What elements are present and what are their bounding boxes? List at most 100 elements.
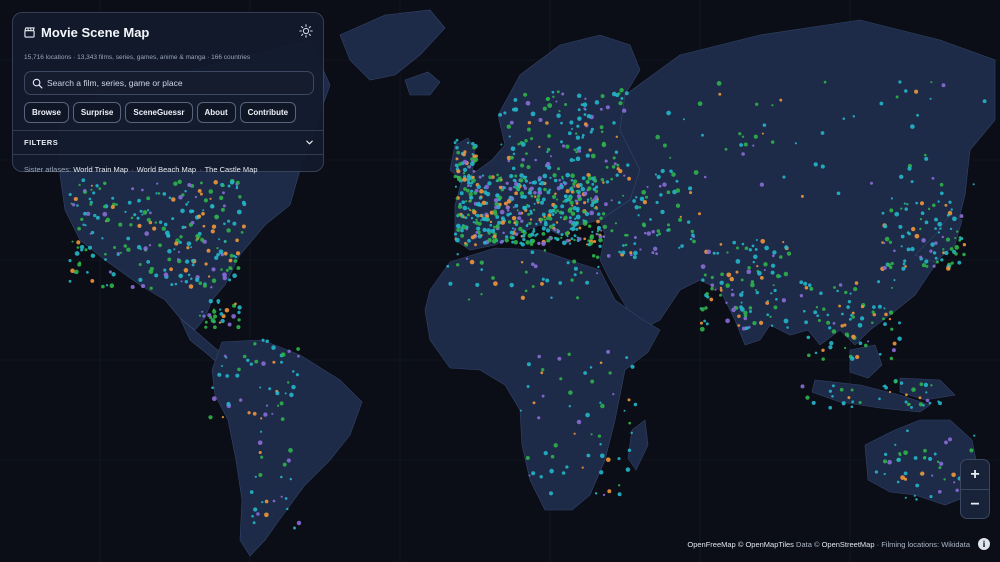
location-marker[interactable] [741,326,746,331]
location-marker[interactable] [253,507,258,512]
location-marker[interactable] [852,115,856,118]
location-marker[interactable] [461,200,466,205]
location-marker[interactable] [914,89,919,94]
location-marker[interactable] [729,276,734,282]
sun-icon[interactable] [299,24,313,38]
location-marker[interactable] [139,209,143,213]
location-marker[interactable] [293,526,296,530]
location-marker[interactable] [511,227,514,230]
location-marker[interactable] [537,241,541,246]
location-marker[interactable] [599,361,603,365]
location-marker[interactable] [101,237,104,240]
location-marker[interactable] [489,220,493,224]
location-marker[interactable] [208,189,214,194]
location-marker[interactable] [618,101,623,106]
location-marker[interactable] [222,204,226,208]
location-marker[interactable] [149,211,152,215]
location-marker[interactable] [841,312,844,316]
location-marker[interactable] [552,95,555,98]
location-marker[interactable] [218,321,222,324]
location-marker[interactable] [591,253,596,258]
location-marker[interactable] [740,278,744,282]
location-marker[interactable] [741,152,745,156]
location-marker[interactable] [211,386,214,390]
location-marker[interactable] [662,182,667,187]
location-marker[interactable] [576,206,580,211]
location-marker[interactable] [550,454,555,459]
location-marker[interactable] [622,194,625,197]
location-marker[interactable] [113,246,117,249]
location-marker[interactable] [476,213,481,218]
location-marker[interactable] [74,269,79,275]
location-marker[interactable] [514,174,518,178]
location-marker[interactable] [597,233,600,236]
location-marker[interactable] [555,100,558,103]
location-marker[interactable] [572,259,577,264]
location-marker[interactable] [560,236,563,240]
location-marker[interactable] [493,209,497,214]
location-marker[interactable] [84,248,88,252]
location-marker[interactable] [534,158,537,162]
location-marker[interactable] [898,321,901,325]
location-marker[interactable] [466,141,470,144]
location-marker[interactable] [623,409,626,412]
location-marker[interactable] [456,169,461,174]
location-marker[interactable] [602,493,606,497]
location-marker[interactable] [510,155,514,160]
location-marker[interactable] [929,97,932,100]
location-marker[interactable] [637,214,640,217]
location-marker[interactable] [124,210,127,213]
location-marker[interactable] [517,216,522,220]
location-marker[interactable] [568,216,572,220]
location-marker[interactable] [770,270,775,275]
location-marker[interactable] [651,251,655,255]
location-marker[interactable] [612,121,616,125]
location-marker[interactable] [770,324,774,327]
location-marker[interactable] [602,181,605,184]
location-marker[interactable] [678,217,683,222]
location-marker[interactable] [249,362,253,366]
location-marker[interactable] [593,176,597,180]
location-marker[interactable] [615,135,619,139]
location-marker[interactable] [944,250,949,256]
location-marker[interactable] [934,217,938,222]
location-marker[interactable] [126,247,131,252]
location-marker[interactable] [103,204,107,209]
location-marker[interactable] [596,272,599,275]
location-marker[interactable] [918,396,922,400]
location-marker[interactable] [784,245,789,250]
location-marker[interactable] [174,241,179,246]
location-marker[interactable] [633,250,638,256]
location-marker[interactable] [455,197,458,200]
location-marker[interactable] [893,379,898,384]
location-marker[interactable] [743,142,748,147]
location-marker[interactable] [522,234,526,238]
location-marker[interactable] [771,254,775,258]
location-marker[interactable] [472,209,477,215]
location-marker[interactable] [201,211,205,216]
location-marker[interactable] [888,390,892,394]
location-marker[interactable] [894,211,900,217]
location-marker[interactable] [264,512,269,518]
location-marker[interactable] [633,242,637,246]
location-marker[interactable] [458,162,462,166]
location-marker[interactable] [202,239,207,244]
location-marker[interactable] [576,93,582,99]
location-marker[interactable] [222,272,227,278]
location-marker[interactable] [847,396,851,400]
location-marker[interactable] [532,208,536,212]
location-marker[interactable] [295,373,299,377]
location-marker[interactable] [897,336,902,341]
location-marker[interactable] [587,188,590,191]
location-marker[interactable] [735,246,740,250]
location-marker[interactable] [820,164,825,169]
location-marker[interactable] [239,398,243,402]
location-marker[interactable] [705,292,709,296]
location-marker[interactable] [725,318,730,324]
location-marker[interactable] [565,144,570,149]
location-marker[interactable] [920,211,925,216]
location-marker[interactable] [202,314,206,318]
location-marker[interactable] [919,255,923,259]
location-marker[interactable] [173,181,178,186]
location-marker[interactable] [236,325,241,330]
